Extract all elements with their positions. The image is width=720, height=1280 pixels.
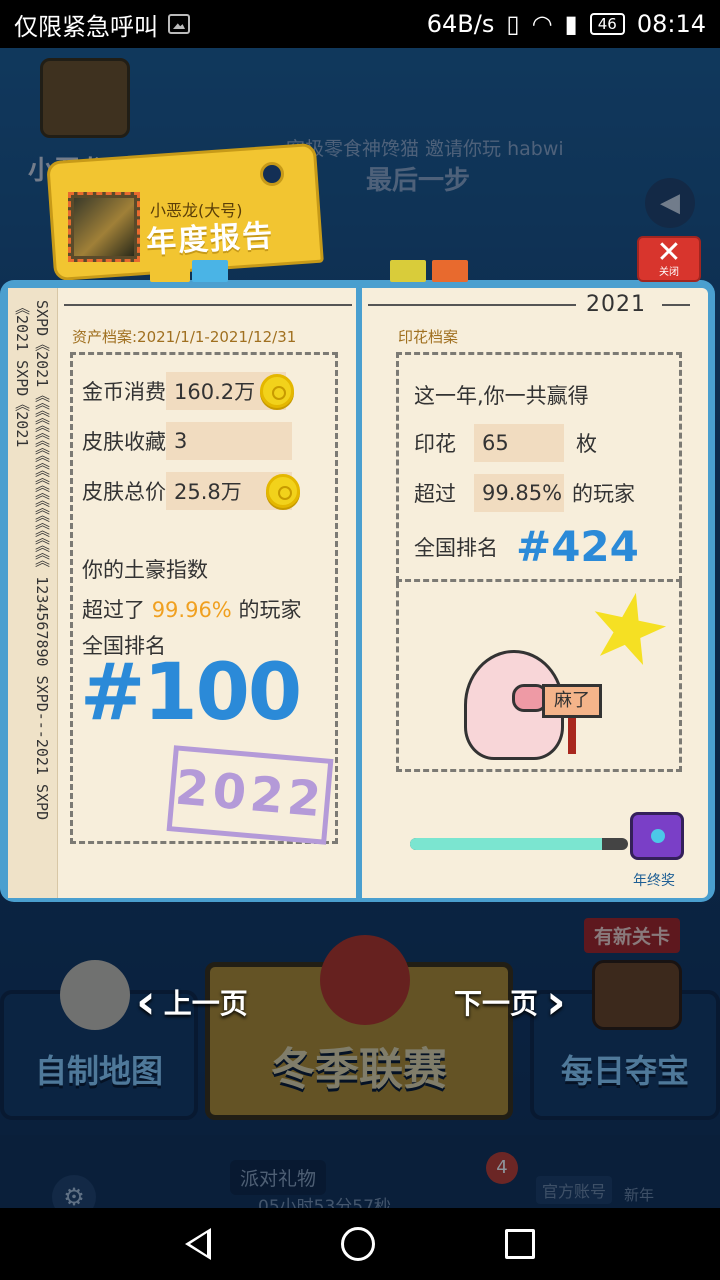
prev-page-button[interactable]: ‹ 上一页 bbox=[136, 974, 248, 1030]
close-icon: ✕ bbox=[656, 235, 682, 270]
report-year: 2021 bbox=[586, 292, 646, 317]
skins-row: 皮肤收藏 3 bbox=[82, 422, 292, 460]
sign-stick bbox=[568, 718, 576, 754]
emergency-call-text: 仅限紧急呼叫 bbox=[14, 12, 158, 41]
skin-total-label: 皮肤总价 bbox=[82, 480, 166, 504]
stamps-label: 印花 bbox=[414, 432, 456, 456]
stamp-beat-percent: 99.85% bbox=[474, 474, 564, 512]
stamp-intro: 这一年,你一共赢得 bbox=[414, 384, 589, 408]
skin-total-row: 皮肤总价 25.8万 bbox=[82, 472, 300, 510]
stamp-rank-label: 全国排名 bbox=[414, 536, 498, 560]
recent-apps-icon[interactable] bbox=[505, 1229, 535, 1259]
chevron-left-icon: ‹ bbox=[136, 974, 156, 1030]
wifi-icon: ◠ bbox=[531, 10, 553, 38]
status-bar: 仅限紧急呼叫 64B/s ▯ ◠ ▮ 46 08:14 bbox=[0, 0, 720, 48]
report-title: 年度报告 bbox=[145, 218, 276, 261]
spine-text: SXPD《2021《《《《《《《《《《《《《《《《《《《《《《《 1234567… bbox=[13, 300, 51, 821]
back-icon[interactable] bbox=[185, 1228, 211, 1260]
stamp-rank-value: #424 bbox=[516, 522, 639, 571]
system-nav-bar bbox=[0, 1208, 720, 1280]
divider bbox=[368, 304, 576, 306]
home-icon[interactable] bbox=[341, 1227, 375, 1261]
clock: 08:14 bbox=[636, 10, 706, 38]
image-notification-icon bbox=[168, 14, 190, 34]
next-page-button[interactable]: 下一页 › bbox=[454, 974, 566, 1030]
close-label: 关闭 bbox=[659, 267, 679, 278]
next-page-label: 下一页 bbox=[454, 987, 539, 1020]
wealth-beat-line: 超过了 99.96% 的玩家 bbox=[82, 594, 301, 624]
coins-row: 金币消费 160.2万 bbox=[82, 372, 294, 410]
beat-prefix: 超过了 bbox=[82, 598, 145, 622]
vibrate-icon: ▯ bbox=[506, 10, 520, 38]
stamps-value: 65 bbox=[474, 424, 564, 462]
pig-sign: 麻了 bbox=[542, 684, 602, 718]
bookmark-tab bbox=[150, 260, 190, 282]
year-end-progress-bar bbox=[410, 838, 628, 850]
coins-label: 金币消费 bbox=[82, 380, 166, 404]
network-speed: 64B/s bbox=[426, 10, 495, 38]
avatar bbox=[68, 192, 140, 262]
prev-page-label: 上一页 bbox=[163, 987, 248, 1020]
divider bbox=[64, 304, 352, 306]
beat-percent: 99.96% bbox=[151, 598, 232, 622]
bookmark-tab bbox=[192, 260, 228, 282]
stamps-row: 印花 65 枚 bbox=[414, 424, 597, 462]
wealth-index-title: 你的土豪指数 bbox=[82, 558, 208, 582]
skins-value: 3 bbox=[166, 422, 292, 460]
close-button[interactable]: ✕ 关闭 bbox=[637, 236, 701, 282]
bookmark-tab bbox=[432, 260, 468, 282]
reward-chest-icon[interactable] bbox=[630, 812, 684, 860]
wealth-rank-value: #100 bbox=[80, 648, 302, 738]
coin-icon bbox=[260, 374, 294, 408]
year-stamp: 2022 bbox=[166, 745, 334, 845]
coin-icon bbox=[266, 474, 300, 508]
divider bbox=[662, 304, 690, 306]
asset-archive-heading: 资产档案:2021/1/1-2021/12/31 bbox=[72, 328, 297, 346]
sim-icon: ▮ bbox=[564, 10, 578, 38]
stamp-archive-heading: 印花档案 bbox=[398, 328, 459, 346]
tag-hole bbox=[260, 162, 284, 186]
stamps-unit: 枚 bbox=[576, 432, 597, 456]
skins-label: 皮肤收藏 bbox=[82, 430, 166, 454]
chevron-right-icon: › bbox=[546, 974, 566, 1030]
stamp-beat-label: 超过 bbox=[414, 482, 456, 506]
beat-suffix: 的玩家 bbox=[238, 598, 302, 622]
stamp-beat-suffix: 的玩家 bbox=[572, 482, 635, 506]
progress-fill bbox=[410, 838, 602, 850]
battery-icon: 46 bbox=[589, 13, 625, 35]
year-end-reward-label: 年终奖 bbox=[633, 873, 675, 889]
bookmark-tab bbox=[390, 260, 426, 282]
stamp-beat-row: 超过 99.85% 的玩家 bbox=[414, 474, 635, 512]
